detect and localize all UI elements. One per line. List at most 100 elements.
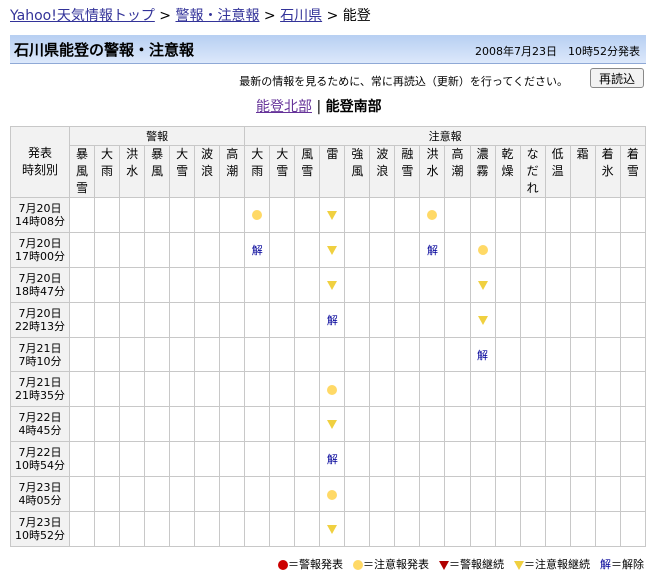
row-date: 7月21日 (18, 376, 62, 390)
row-time-header: 7月23日 10時52分 (10, 511, 70, 547)
row-date: 7月20日 (18, 306, 62, 320)
kai-label: 解 (600, 558, 611, 571)
table-cell (244, 301, 271, 338)
table-cell: 解 (319, 301, 346, 338)
table-cell (294, 371, 321, 408)
table-cell (294, 336, 321, 373)
table-cell (619, 266, 647, 303)
yellow-triangle-icon (327, 525, 338, 534)
table-cell (169, 336, 196, 373)
column-header: なだれ (519, 145, 546, 198)
breadcrumb-link-ishikawa[interactable]: 石川県 (280, 8, 322, 24)
yellow-triangle-icon (327, 245, 338, 255)
table-cell (194, 197, 221, 233)
column-header-char: 大 (176, 147, 189, 161)
column-header-char: 霜 (576, 147, 589, 161)
table-cell (194, 336, 221, 373)
table-cell (519, 197, 546, 233)
table-cell (94, 336, 121, 373)
table-cell (419, 511, 446, 547)
red-triangle-icon (439, 560, 449, 570)
area-separator: | (316, 99, 322, 115)
table-cell (144, 336, 171, 373)
table-cell (569, 197, 596, 233)
table-cell (444, 231, 471, 268)
table-cell (294, 266, 321, 303)
area-link-noto-north[interactable]: 能登北部 (256, 99, 312, 115)
table-cell (544, 406, 571, 443)
table-cell (444, 301, 471, 338)
row-date: 7月22日 (18, 446, 62, 460)
table-cell (68, 441, 96, 478)
table-cell: 解 (469, 336, 496, 373)
breadcrumb-link-top[interactable]: Yahoo!天気情報トップ (10, 8, 155, 24)
table-cell (144, 301, 171, 338)
table-cell (94, 441, 121, 478)
table-cell (219, 301, 246, 338)
table-cell (419, 406, 446, 443)
breadcrumb-link-warnings[interactable]: 警報・注意報 (175, 8, 259, 24)
column-header-char: 風 (151, 164, 164, 178)
column-header: 強風 (344, 145, 371, 198)
table-cell (469, 371, 496, 408)
column-header-char: 浪 (376, 164, 389, 178)
kai-label: 解 (326, 453, 338, 467)
column-header-char: 低 (551, 147, 564, 161)
table-cell (544, 301, 571, 338)
table-cell (144, 441, 171, 478)
table-cell (144, 371, 171, 408)
table-cell (369, 197, 396, 233)
reload-button[interactable]: 再読込 (590, 68, 644, 88)
column-header-char: 燥 (501, 164, 514, 178)
breadcrumb-current: 能登 (342, 8, 371, 24)
table-cell (244, 266, 271, 303)
table-cell (219, 266, 246, 303)
table-cell (569, 266, 596, 303)
column-header-char: 洪 (426, 147, 439, 161)
table-cell (269, 511, 296, 547)
column-header: 暴風雪 (68, 145, 96, 198)
row-date: 7月23日 (18, 516, 62, 529)
row-date: 7月23日 (18, 481, 62, 495)
table-cell (394, 371, 421, 408)
table-cell (469, 301, 496, 338)
row-time: 21時35分 (15, 389, 65, 403)
table-cell (68, 197, 96, 233)
table-cell (244, 441, 271, 478)
legend-label: ＝解除 (611, 558, 644, 571)
red-dot-icon (278, 560, 288, 570)
table-cell (569, 336, 596, 373)
reload-notice: 最新の情報を見るために、常に再読込（更新）を行ってください。 (239, 75, 568, 88)
table-cell: 解 (419, 231, 446, 268)
column-header-char: 洪 (126, 147, 139, 161)
yellow-triangle-icon (327, 280, 338, 290)
table-cell (194, 266, 221, 303)
issued-datetime: 2008年7月23日 10時52分発表 (475, 45, 640, 58)
table-cell (469, 511, 496, 547)
column-header-char: 高 (451, 147, 464, 161)
table-cell (344, 476, 371, 513)
column-header-char: 雪 (176, 164, 189, 178)
table-cell (219, 476, 246, 513)
legend: ＝警報発表 ＝注意報発表 ＝警報継続 ＝注意報継続 解＝解除 (268, 556, 644, 572)
table-cell (519, 301, 546, 338)
table-cell (294, 406, 321, 443)
table-cell: 解 (319, 441, 346, 478)
table-cell (394, 441, 421, 478)
column-header: 大雪 (169, 145, 196, 198)
table-cell (344, 371, 371, 408)
table-cell (319, 266, 346, 303)
column-header-char: 浪 (201, 164, 214, 178)
table-cell (169, 231, 196, 268)
table-row: 7月21日 7時10分 解 (10, 336, 647, 373)
column-header-char: 温 (551, 164, 564, 178)
table-cell (94, 476, 121, 513)
row-time: 4時05分 (18, 494, 62, 508)
table-cell (94, 266, 121, 303)
table-cell (394, 231, 421, 268)
kai-label: 解 (251, 243, 263, 257)
column-header: 着氷 (594, 145, 621, 198)
table-cell (619, 476, 647, 513)
table-row: 7月22日 10時54分 解 (10, 441, 647, 478)
area-selector: 能登北部 | 能登南部 (256, 96, 382, 116)
